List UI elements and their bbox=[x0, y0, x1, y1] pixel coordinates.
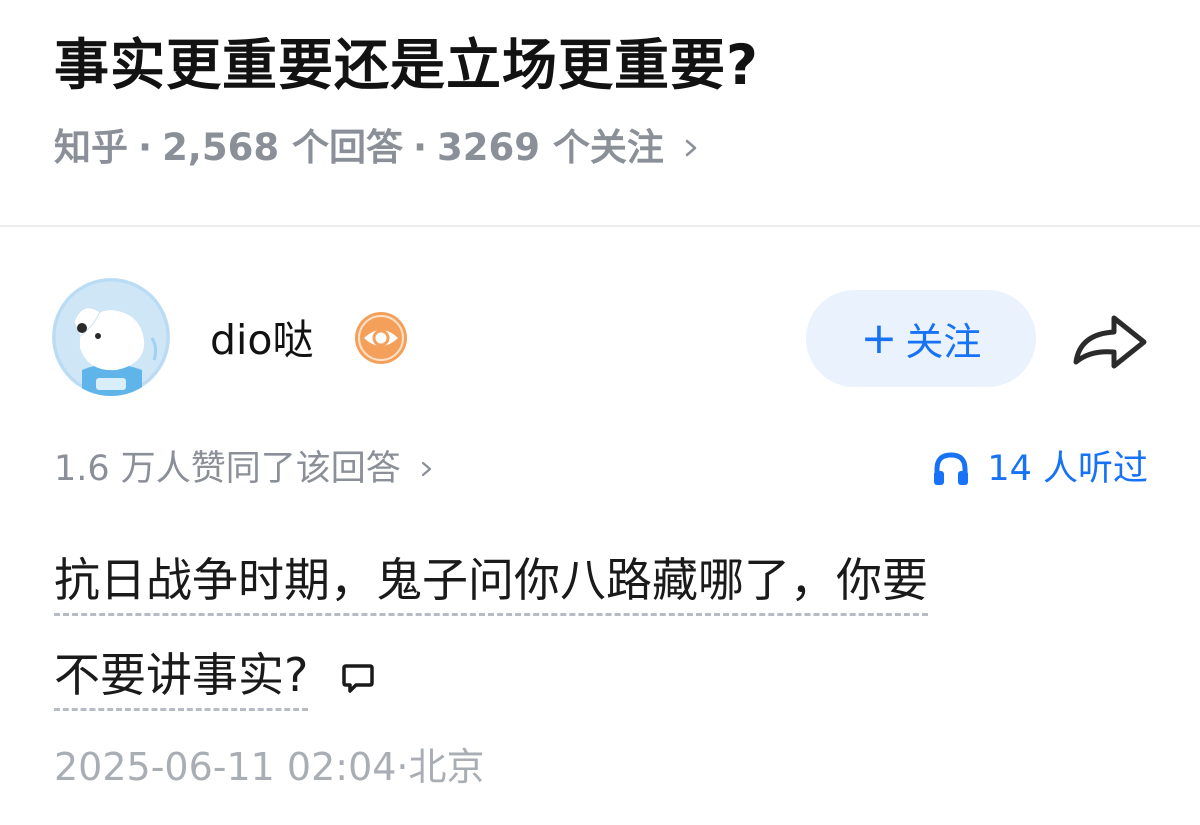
avatar-dog-image bbox=[52, 278, 170, 396]
follower-count: 3269 个关注 bbox=[437, 126, 664, 169]
source-label: 知乎 bbox=[54, 126, 128, 169]
question-meta[interactable]: 知乎 · 2,568 个回答 · 3269 个关注 bbox=[54, 122, 700, 174]
answer-count: 2,568 个回答 bbox=[162, 126, 403, 169]
header-divider bbox=[0, 225, 1200, 227]
voters-text: 1.6 万人赞同了该回答 bbox=[54, 449, 401, 489]
share-arrow-icon[interactable] bbox=[1070, 310, 1150, 372]
meta-separator: · bbox=[412, 126, 428, 169]
chevron-right-icon bbox=[421, 461, 431, 477]
voters-link[interactable]: 1.6 万人赞同了该回答 bbox=[54, 444, 435, 494]
plus-icon: + bbox=[860, 312, 898, 364]
answer-page: 事实更重要还是立场更重要? 知乎 · 2,568 个回答 · 3269 个关注 bbox=[0, 0, 1200, 825]
listen-count[interactable]: 14 人听过 bbox=[931, 444, 1148, 494]
answer-line: 不要讲事实? bbox=[54, 642, 309, 711]
answer-content[interactable]: 抗日战争时期，鬼子问你八路藏哪了，你要 不要讲事实? bbox=[54, 538, 1134, 728]
headphones-icon bbox=[934, 452, 969, 485]
follow-label: 关注 bbox=[905, 320, 982, 364]
avatar[interactable] bbox=[52, 278, 170, 396]
answer-line: 抗日战争时期，鬼子问你八路藏哪了，你要 bbox=[54, 547, 928, 616]
follow-button[interactable]: + 关注 bbox=[806, 290, 1036, 387]
meta-separator: · bbox=[138, 126, 153, 169]
author-name[interactable]: dio哒 bbox=[210, 314, 314, 366]
author-row: dio哒 + 关注 bbox=[0, 270, 1200, 400]
answer-timestamp: 2025-06-11 02:04·北京 bbox=[54, 745, 485, 789]
question-title[interactable]: 事实更重要还是立场更重要? bbox=[54, 26, 759, 104]
eye-badge-icon bbox=[355, 312, 407, 364]
stats-row: 1.6 万人赞同了该回答 14 人听过 bbox=[0, 440, 1200, 500]
chevron-right-icon bbox=[685, 139, 697, 157]
comment-bubble-icon[interactable] bbox=[341, 661, 375, 695]
question-header[interactable]: 事实更重要还是立场更重要? 知乎 · 2,568 个回答 · 3269 个关注 bbox=[0, 0, 1200, 226]
listen-count-text: 14 人听过 bbox=[987, 449, 1148, 489]
